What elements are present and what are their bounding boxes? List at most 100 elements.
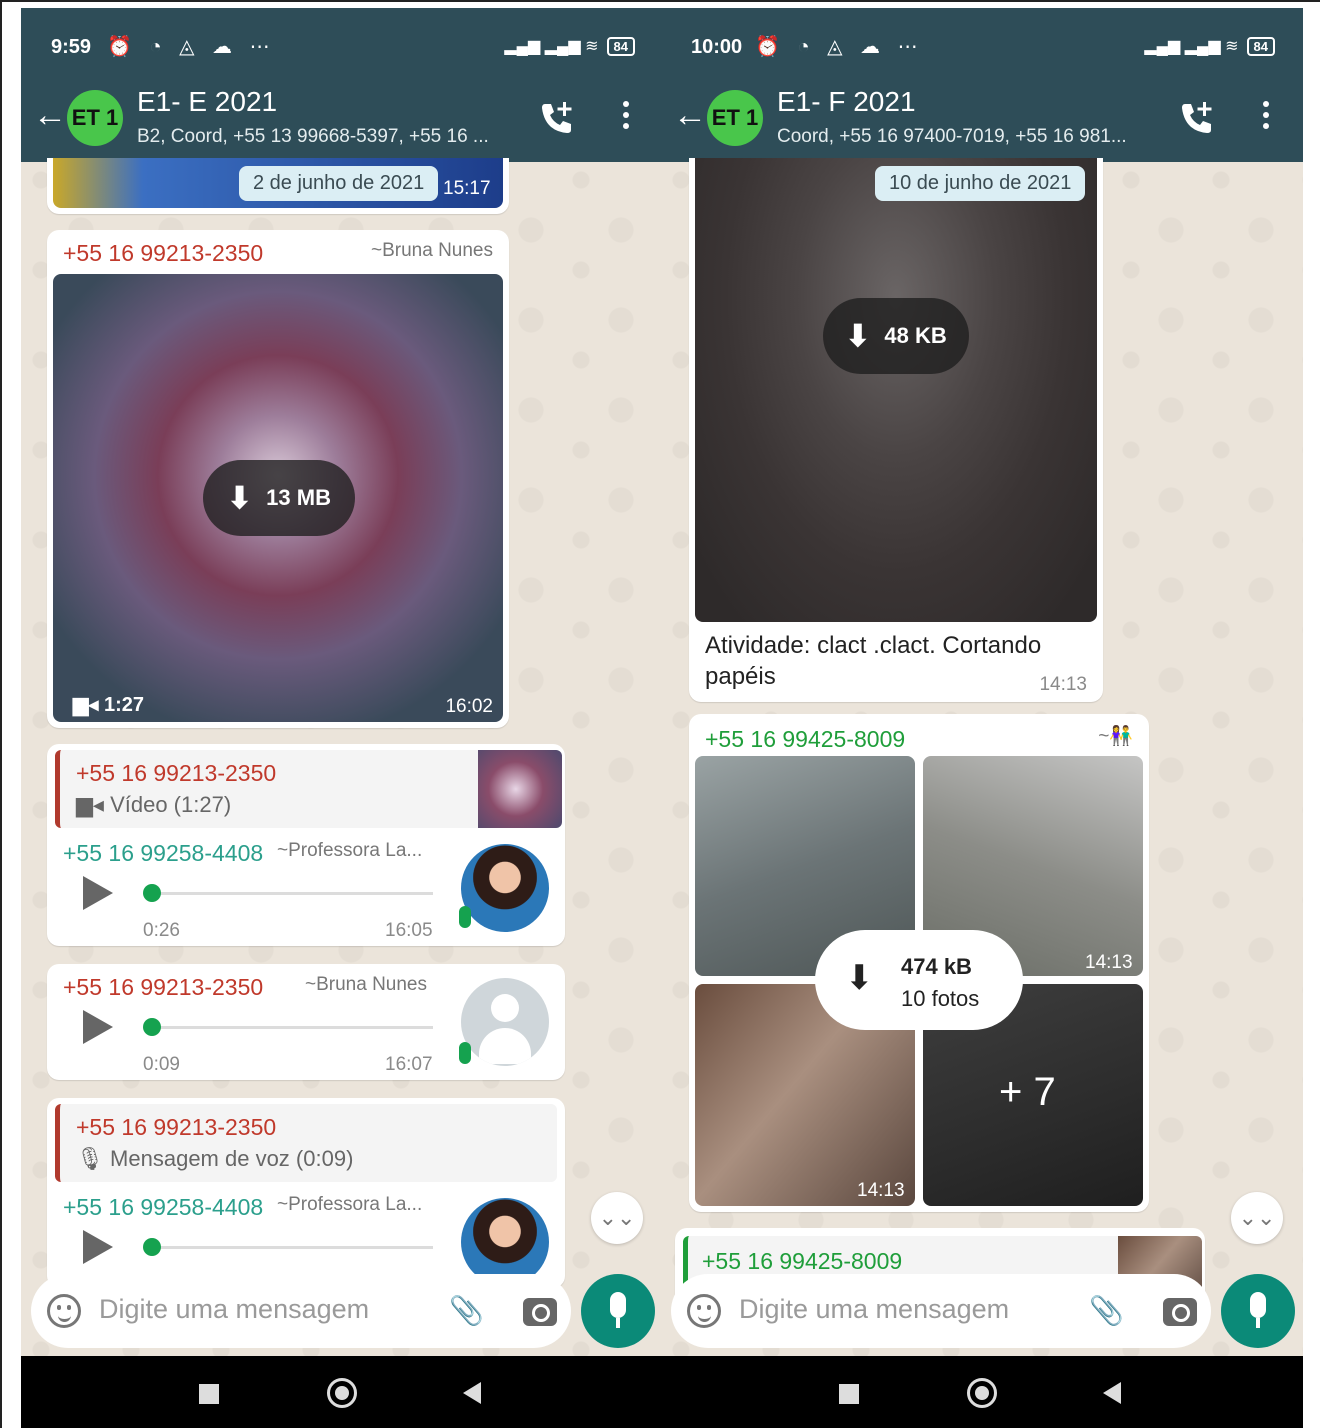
back-arrow-icon[interactable]: ←: [673, 96, 707, 135]
quote-text-value: Vídeo (1:27): [110, 792, 232, 817]
voice-progress-track[interactable]: [145, 1246, 433, 1249]
download-button[interactable]: ⬇ 13 MB: [203, 460, 355, 536]
camera-icon[interactable]: [1163, 1298, 1197, 1326]
quote-sender: +55 16 99213-2350: [76, 1114, 277, 1140]
nav-recent-icon[interactable]: [199, 1384, 219, 1404]
more-vert-icon[interactable]: [619, 98, 633, 138]
emoji-icon[interactable]: [47, 1294, 81, 1328]
message-input-bar[interactable]: Digite uma mensagem 📎: [671, 1274, 1211, 1348]
status-bar: 9:59 ⏰ ◔ ◬ ☁ ⋯ ▂▄▆ ▂▄▆ ≋ 84: [21, 8, 663, 70]
group-title[interactable]: E1- F 2021: [777, 86, 916, 118]
message-input[interactable]: Digite uma mensagem: [99, 1294, 369, 1325]
message-time: 15:17: [443, 178, 491, 199]
nav-recent-icon[interactable]: [839, 1384, 859, 1404]
voice-progress-track[interactable]: [145, 1026, 433, 1029]
album-more-count: + 7: [999, 1070, 1056, 1114]
quoted-message[interactable]: +55 16 99213-2350 ▆◂ Vídeo (1:27): [55, 750, 562, 828]
system-nav-bar: [21, 1356, 663, 1428]
download-button[interactable]: ⬇ 48 KB: [823, 298, 969, 374]
download-size: 13 MB: [266, 485, 331, 510]
people-emoji-icon: 👫: [1109, 726, 1133, 747]
voice-progress-handle[interactable]: [143, 1018, 161, 1036]
voice-progress-track[interactable]: [145, 892, 433, 895]
group-members[interactable]: B2, Coord, +55 13 99668-5397, +55 16 ...: [137, 126, 527, 148]
download-size: 474 kB: [901, 954, 972, 979]
video-message[interactable]: +55 16 99213-2350 ~Bruna Nunes ⬇ 13 MB ▆…: [47, 230, 509, 728]
image-caption: Atividade: clact .clact. Cortando papéis: [705, 632, 1042, 690]
voice-reply-message[interactable]: +55 16 99213-2350 🎙 Mensagem de voz (0:0…: [47, 1098, 565, 1288]
voice-reply-message[interactable]: +55 16 99213-2350 ▆◂ Vídeo (1:27) +55 16…: [47, 744, 565, 946]
message-input[interactable]: Digite uma mensagem: [739, 1294, 1009, 1325]
chevron-down-icon: ⌄⌄: [1238, 1205, 1276, 1230]
scroll-down-button[interactable]: ⌄⌄: [591, 1192, 643, 1244]
group-title[interactable]: E1- E 2021: [137, 86, 277, 118]
right-phone-screen: 10:00 ⏰ ◔ ◬ ☁ ⋯ ▂▄▆ ▂▄▆ ≋ 84 ← ET 1 E1- F…: [661, 8, 1303, 1428]
quoted-message[interactable]: +55 16 99213-2350 🎙 Mensagem de voz (0:0…: [55, 1104, 557, 1182]
message-time: 16:02: [445, 696, 493, 717]
message-time: 16:05: [385, 920, 433, 941]
nav-home-icon[interactable]: [967, 1378, 997, 1408]
image-thumbnail[interactable]: [695, 158, 1097, 622]
play-icon[interactable]: [83, 876, 113, 910]
group-avatar[interactable]: ET 1: [67, 90, 123, 146]
voice-progress-handle[interactable]: [143, 1238, 161, 1256]
album-message[interactable]: +55 16 99425-8009 ~👫 14:13 14:13 + 7 ⬇ 4…: [689, 714, 1149, 1212]
add-call-icon[interactable]: [1177, 98, 1217, 138]
download-icon: ⬇: [845, 319, 871, 353]
sender-alias: ~Professora La...: [277, 1194, 423, 1215]
sender-phone[interactable]: +55 16 99213-2350: [63, 240, 263, 267]
voice-message[interactable]: +55 16 99213-2350 ~Bruna Nunes 0:09 16:0…: [47, 964, 565, 1080]
quote-text: ▆◂ Vídeo (1:27): [76, 792, 231, 818]
mic-icon: 🎙: [76, 1146, 111, 1171]
sender-phone[interactable]: +55 16 99213-2350: [63, 974, 263, 1001]
sender-phone[interactable]: +55 16 99425-8009: [705, 726, 905, 753]
download-icon: ⬇: [845, 959, 874, 997]
record-voice-button[interactable]: [1221, 1274, 1295, 1348]
status-bar: 10:00 ⏰ ◔ ◬ ☁ ⋯ ▂▄▆ ▂▄▆ ≋ 84: [661, 8, 1303, 70]
back-arrow-icon[interactable]: ←: [33, 96, 67, 135]
sender-alias: ~Bruna Nunes: [305, 974, 427, 995]
download-icon: ⬇: [227, 481, 253, 515]
nav-home-icon[interactable]: [327, 1378, 357, 1408]
album-download-button[interactable]: ⬇ 474 kB 10 fotos: [815, 930, 1023, 1030]
date-chip: 2 de junho de 2021: [239, 166, 439, 201]
group-avatar[interactable]: ET 1: [707, 90, 763, 146]
default-avatar-icon: [461, 978, 549, 1066]
status-time: 10:00: [691, 36, 743, 58]
camera-icon[interactable]: [523, 1298, 557, 1326]
photo-time: 14:13: [857, 1180, 905, 1201]
message-input-bar[interactable]: Digite uma mensagem 📎: [31, 1274, 571, 1348]
chat-header[interactable]: ← ET 1 E1- E 2021 B2, Coord, +55 13 9966…: [21, 70, 663, 162]
battery-icon: 84: [1246, 37, 1275, 56]
quote-text-value: Mensagem de voz (0:09): [110, 1146, 354, 1171]
group-members[interactable]: Coord, +55 16 97400-7019, +55 16 981...: [777, 126, 1167, 148]
signal-wifi-battery-icons: ▂▄▆ ▂▄▆ ≋ 84: [504, 36, 635, 56]
more-vert-icon[interactable]: [1259, 98, 1273, 138]
sender-avatar: [461, 1198, 549, 1286]
system-nav-bar: [661, 1356, 1303, 1428]
video-duration: ▆◂ 1:27: [73, 692, 144, 717]
voice-progress-handle[interactable]: [143, 884, 161, 902]
chat-header[interactable]: ← ET 1 E1- F 2021 Coord, +55 16 97400-70…: [661, 70, 1303, 162]
sender-phone[interactable]: +55 16 99258-4408: [63, 840, 263, 867]
video-icon: ▆◂: [76, 792, 111, 817]
attach-icon[interactable]: 📎: [449, 1294, 484, 1327]
attach-icon[interactable]: 📎: [1089, 1294, 1124, 1327]
record-voice-button[interactable]: [581, 1274, 655, 1348]
quote-thumbnail: [478, 750, 562, 828]
sender-phone[interactable]: +55 16 99258-4408: [63, 1194, 263, 1221]
signal-wifi-battery-icons: ▂▄▆ ▂▄▆ ≋ 84: [1144, 36, 1275, 56]
left-phone-screen: 9:59 ⏰ ◔ ◬ ☁ ⋯ ▂▄▆ ▂▄▆ ≋ 84 ← ET 1 E1- E …: [21, 8, 663, 1428]
nav-back-icon[interactable]: [463, 1382, 481, 1404]
emoji-icon[interactable]: [687, 1294, 721, 1328]
play-icon[interactable]: [83, 1230, 113, 1264]
notification-icons: ⏰ ◔ ◬ ☁ ⋯: [755, 36, 924, 58]
scroll-down-button[interactable]: ⌄⌄: [1231, 1192, 1283, 1244]
add-call-icon[interactable]: [537, 98, 577, 138]
play-icon[interactable]: [83, 1010, 113, 1044]
sender-alias: ~Bruna Nunes: [371, 240, 493, 261]
photo-count: 10 fotos: [901, 986, 980, 1011]
nav-back-icon[interactable]: [1103, 1382, 1121, 1404]
image-message[interactable]: ⬇ 48 KB Atividade: clact .clact. Cortand…: [689, 158, 1103, 702]
sender-alias-text: ~: [1098, 726, 1110, 747]
